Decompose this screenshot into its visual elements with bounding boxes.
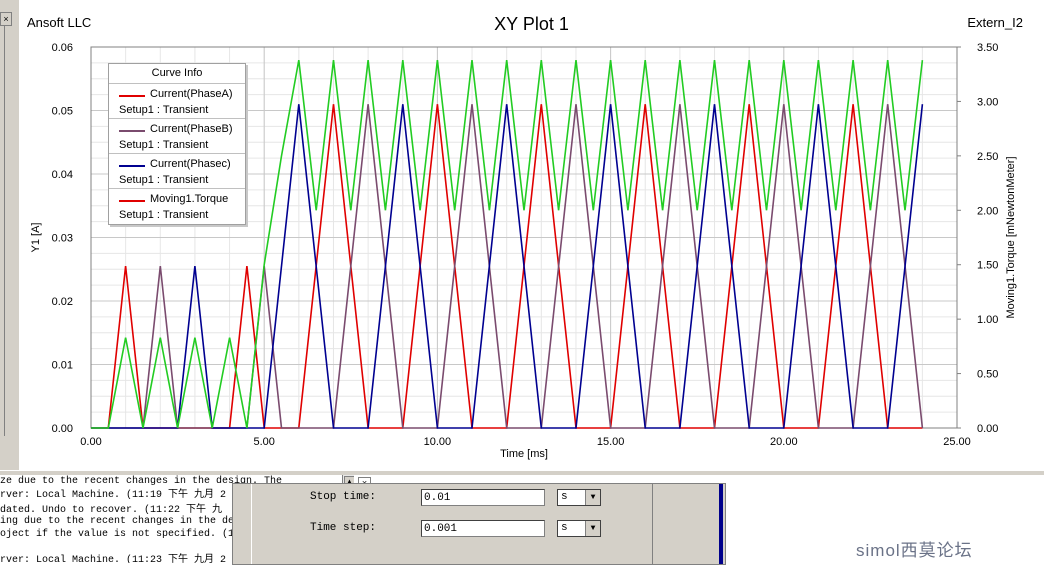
close-icon[interactable]: × [0, 12, 12, 26]
message-line: oject if the value is not specified. (1 [0, 529, 235, 540]
y2-axis-label: Moving1.Torque [mNewtonMeter] [1005, 156, 1017, 318]
chevron-down-icon[interactable]: ▼ [585, 490, 600, 505]
plot-window: Ansoft LLC XY Plot 1 Extern_I2 0.00 5.00 1… [19, 0, 1044, 470]
legend-swatch [119, 95, 145, 97]
legend-item-setup: Setup1 : Transient [119, 139, 209, 151]
x-tick-label: 10.00 [424, 436, 452, 448]
legend-item[interactable]: Current(PhaseB) Setup1 : Transient [109, 119, 245, 154]
y2-tick-label: 0.50 [977, 369, 998, 381]
legend-item[interactable]: Current(PhaseA) Setup1 : Transient [109, 84, 245, 119]
panel-border [4, 26, 5, 436]
time-step-label: Time step: [310, 522, 377, 534]
legend-item-setup: Setup1 : Transient [119, 209, 209, 221]
legend-item-name: Current(PhaseA) [150, 88, 233, 100]
y2-tick-label: 3.00 [977, 96, 998, 108]
legend-swatch [119, 130, 145, 132]
y-tick-label: 0.01 [52, 360, 73, 372]
stop-time-input[interactable]: 0.01 [421, 489, 545, 506]
legend-item[interactable]: Current(Phasec) Setup1 : Transient [109, 154, 245, 189]
bottom-area: ze due to the recent changes in the desi… [0, 475, 1044, 565]
y2-tick-label: 1.50 [977, 260, 998, 272]
stop-time-unit-select[interactable]: s ▼ [557, 489, 601, 506]
y-tick-label: 0.00 [52, 423, 73, 435]
x-tick-label: 0.00 [80, 436, 101, 448]
x-tick-label: 5.00 [253, 436, 274, 448]
curve-info-legend[interactable]: Curve Info Current(PhaseA) Setup1 : Tran… [108, 63, 246, 225]
y-tick-label: 0.02 [52, 296, 73, 308]
y-axis-label: Y1 [A] [30, 223, 42, 253]
legend-item[interactable]: Moving1.Torque Setup1 : Transient [109, 189, 245, 223]
solve-setup-dialog: Stop time: 0.01 s ▼ Time step: 0.001 s ▼ [232, 483, 726, 565]
time-step-input[interactable]: 0.001 [421, 520, 545, 537]
legend-swatch [119, 200, 145, 202]
legend-item-setup: Setup1 : Transient [119, 174, 209, 186]
y2-tick-label: 1.00 [977, 314, 998, 326]
y2-tick-label: 3.50 [977, 42, 998, 54]
left-panel-frame: × [0, 0, 20, 470]
y-tick-label: 0.05 [52, 106, 73, 118]
legend-item-name: Current(PhaseB) [150, 123, 233, 135]
legend-item-setup: Setup1 : Transient [119, 104, 209, 116]
y2-tick-label: 2.50 [977, 151, 998, 163]
message-line: rver: Local Machine. (11:19 下午 九月 2 [0, 490, 227, 501]
x-tick-label: 20.00 [770, 436, 798, 448]
y2-tick-label: 2.00 [977, 205, 998, 217]
message-line: ing due to the recent changes in the des [0, 516, 241, 527]
dialog-edge [719, 484, 723, 564]
legend-swatch [119, 165, 145, 167]
legend-item-name: Moving1.Torque [150, 193, 229, 205]
legend-title: Curve Info [109, 64, 245, 84]
legend-item-name: Current(Phasec) [150, 158, 231, 170]
watermark: simol西莫论坛 [856, 541, 973, 560]
message-line: dated. Undo to recover. (11:22 下午 九 [0, 505, 223, 516]
x-tick-label: 25.00 [943, 436, 971, 448]
chevron-down-icon[interactable]: ▼ [585, 521, 600, 536]
y-tick-label: 0.04 [52, 169, 73, 181]
x-axis-label: Time [ms] [500, 448, 548, 460]
x-tick-label: 15.00 [597, 436, 625, 448]
stop-time-unit: s [561, 491, 568, 503]
time-step-unit-select[interactable]: s ▼ [557, 520, 601, 537]
stop-time-label: Stop time: [310, 491, 377, 503]
y-tick-label: 0.06 [52, 42, 73, 54]
y-tick-label: 0.03 [52, 233, 73, 245]
y2-tick-label: 0.00 [977, 423, 998, 435]
message-line: rver: Local Machine. (11:23 下午 九月 2 [0, 555, 227, 563]
time-step-unit: s [561, 522, 568, 534]
dialog-body: Stop time: 0.01 s ▼ Time step: 0.001 s ▼ [251, 484, 653, 564]
